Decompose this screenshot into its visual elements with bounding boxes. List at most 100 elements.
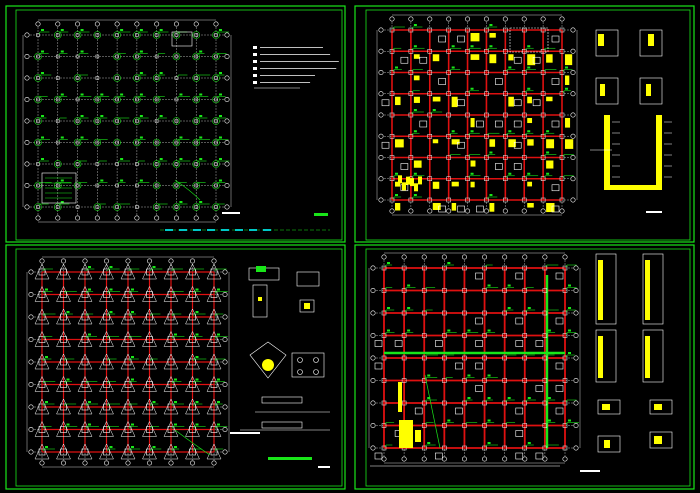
s1-axis-bubble-right xyxy=(224,97,230,103)
s1-label-mark xyxy=(139,136,143,139)
s3-title-strip xyxy=(268,457,312,460)
s2-axis-bubble-bottom xyxy=(502,208,508,214)
s2-label-mark xyxy=(432,109,436,111)
s3-label-mark xyxy=(195,378,199,381)
s4-yellow-strip xyxy=(398,382,402,412)
s1-title-cell xyxy=(221,229,229,231)
s2-wall-right xyxy=(656,115,662,190)
s2-label-mark xyxy=(413,109,417,111)
s2-opening xyxy=(532,99,541,107)
s4-axis-bubble-bottom xyxy=(381,456,387,462)
s1-axis-bubble-bottom xyxy=(154,215,160,221)
s4-axis-bubble-top xyxy=(482,254,488,260)
s2-yellow-tag xyxy=(470,118,475,128)
s1-label-mark xyxy=(219,93,222,96)
s1-note-bullet xyxy=(253,74,257,77)
s2-yellow-tag xyxy=(546,203,555,213)
s4-wall-sec-c-fill xyxy=(598,336,603,378)
s3-axis-bubble-right xyxy=(222,314,228,320)
s2-axis-bubble-top xyxy=(483,16,489,22)
s4-opening xyxy=(414,407,423,415)
s3-label-mark xyxy=(217,378,220,381)
s4-label-mark xyxy=(467,397,471,399)
s3-label-mark xyxy=(45,401,48,403)
s2-opening xyxy=(438,35,446,43)
s4-label-mark xyxy=(447,419,451,422)
s4-label-mark xyxy=(547,352,551,354)
s2-yellow-tag xyxy=(527,118,533,124)
s4-axis-bubble-left xyxy=(370,310,376,316)
s2-label-mark xyxy=(546,130,550,133)
s1-axis-bubble-bottom xyxy=(55,215,61,221)
s4-opening xyxy=(555,317,564,325)
s4-opening xyxy=(435,340,443,347)
s3-label-mark xyxy=(174,401,177,403)
s3-axis-bubble-bottom xyxy=(168,460,174,466)
s1-axis-bubble-top xyxy=(114,21,120,27)
s4-label-mark xyxy=(547,397,551,399)
s2-yellow-tag xyxy=(565,139,574,149)
s4-axis-bubble-right xyxy=(573,287,579,293)
s2-detail-a-fill xyxy=(598,34,604,46)
s1-axis-bubble-top xyxy=(35,21,41,27)
s3-label-mark xyxy=(66,378,70,381)
s3-axis-bubble-left xyxy=(28,359,34,365)
s2-yellow-tag xyxy=(565,75,570,86)
s2-yellow-tag xyxy=(432,96,441,102)
s4-yellow-block xyxy=(399,420,413,448)
s2-label-mark xyxy=(470,45,474,48)
s3-label-mark xyxy=(217,401,220,403)
s4-opening xyxy=(374,362,383,370)
s4-axis-bubble-right xyxy=(573,377,579,383)
s1-label-mark xyxy=(139,72,143,74)
s2-label-mark xyxy=(489,45,493,48)
s3-square-pile xyxy=(313,357,319,363)
s2-yellow-tag xyxy=(527,96,532,104)
s4-axis-bubble-right xyxy=(573,355,579,361)
s4-opening xyxy=(475,317,483,325)
s1-label-mark xyxy=(80,136,84,139)
s4-axis-bubble-bottom xyxy=(461,456,467,462)
s4-opening xyxy=(515,340,524,347)
s4-opening xyxy=(394,340,403,347)
s3-square-pile xyxy=(313,369,319,375)
s2-axis-bubble-bottom xyxy=(427,208,433,214)
s3-label-mark xyxy=(131,311,134,313)
s4-foot-b-fill xyxy=(654,404,662,410)
s3-axis-bubble-left xyxy=(28,449,34,455)
s2-yellow-tag xyxy=(489,54,497,64)
s2-opening xyxy=(400,163,409,170)
s2-yellow-tag xyxy=(508,96,514,107)
s1-label-mark xyxy=(41,72,44,74)
s3-label-mark xyxy=(88,423,91,426)
sheet-frame-bottom-left-inner xyxy=(15,248,343,487)
s1-note-bullet xyxy=(253,67,257,70)
s2-yellow-tag xyxy=(470,181,475,188)
s4-label-mark xyxy=(527,397,531,399)
s1-axis-bubble-top xyxy=(154,21,160,27)
sheet-frame-top-left[interactable] xyxy=(5,5,346,243)
s4-opening xyxy=(515,407,524,415)
s2-label-mark xyxy=(451,130,455,133)
s3-axis-bubble-left xyxy=(28,336,34,342)
s1-axis-bubble-bottom xyxy=(94,215,100,221)
s4-label-mark xyxy=(547,419,551,422)
s1-note-bullet xyxy=(253,53,257,56)
s2-detail-c-fill xyxy=(600,84,605,96)
s3-axis-bubble-bottom xyxy=(190,460,196,466)
cad-viewport[interactable] xyxy=(0,0,700,493)
s2-opening xyxy=(513,120,522,128)
s2-opening xyxy=(419,120,428,128)
s3-label-mark xyxy=(195,288,199,291)
s4-opening xyxy=(535,452,544,460)
s4-axis-bubble-top xyxy=(401,254,407,260)
s2-axis-bubble-top xyxy=(446,16,452,22)
s2-opening xyxy=(438,78,446,85)
s1-label-mark xyxy=(219,158,222,160)
s3-triangle-pile xyxy=(262,359,274,371)
s2-yellow-tag xyxy=(470,160,476,167)
s1-label-mark xyxy=(120,29,124,31)
s1-label-mark xyxy=(159,158,163,160)
s1-label-mark xyxy=(80,93,84,96)
s1-label-mark xyxy=(120,158,124,160)
